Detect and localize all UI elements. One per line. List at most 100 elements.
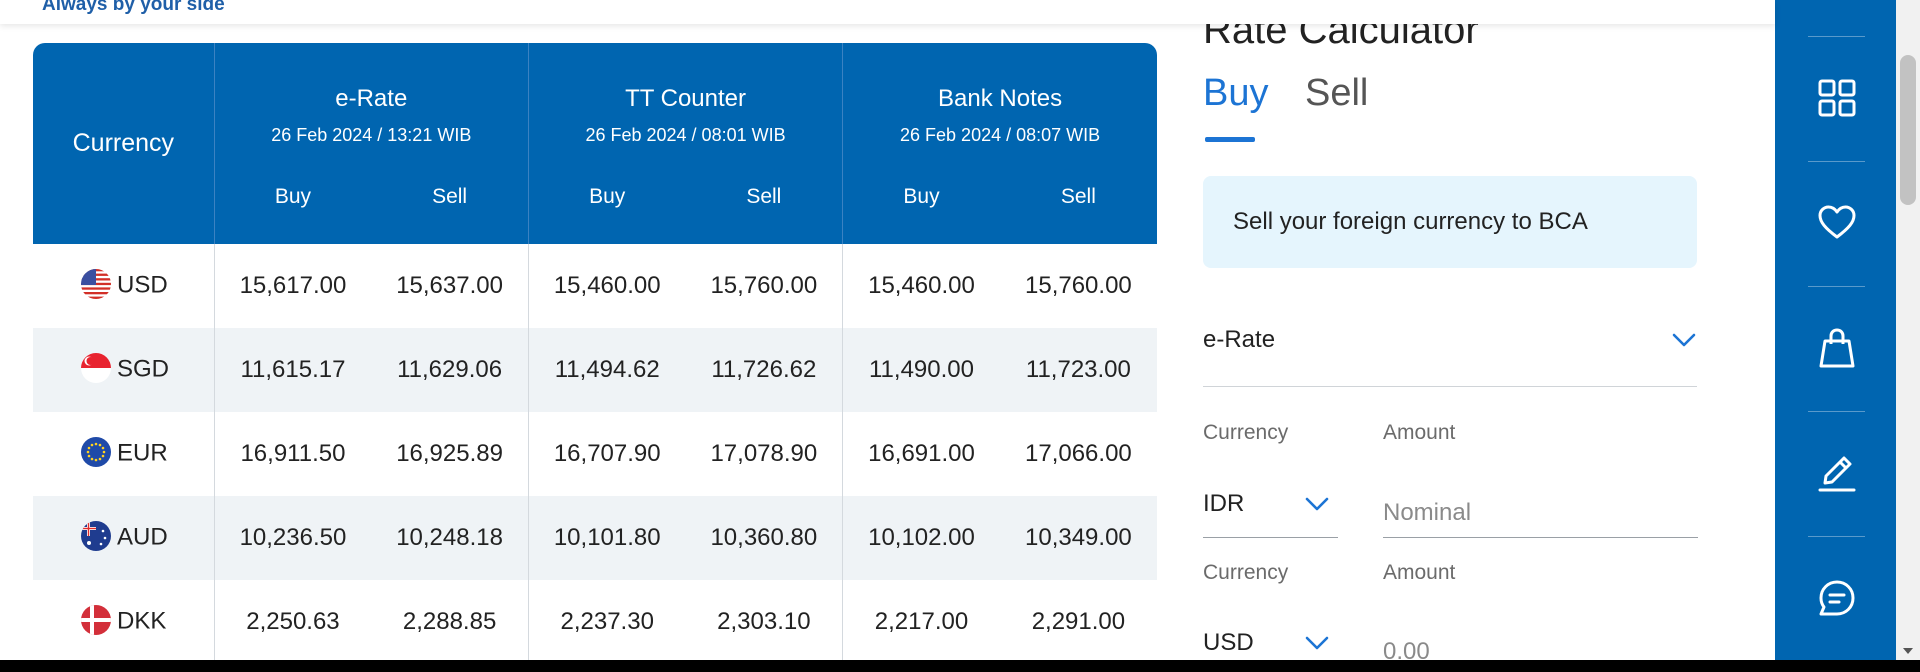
tt-counter-date: 26 Feb 2024 / 08:01 WIB (585, 124, 786, 145)
sidebar-item-chat[interactable] (1808, 570, 1865, 630)
tt-counter-sell-value: 10,360.80 (685, 496, 843, 580)
tab-buy[interactable]: Buy (1203, 72, 1268, 115)
to-currency-value: USD (1203, 629, 1254, 656)
from-amount-label: Amount (1383, 421, 1456, 444)
erate-sell-value: 16,925.89 (396, 440, 503, 467)
au-flag-icon (81, 521, 111, 551)
currency-cell: AUD (33, 496, 215, 580)
chat-icon (1817, 578, 1857, 623)
table-row: EUR 16,911.50 16,925.89 16,707.90 17,078… (33, 412, 1157, 496)
tt-counter-buy-value: 11,494.62 (527, 328, 686, 412)
erate-buy-value: 11,615.17 (213, 328, 372, 412)
from-currency-label: Currency (1203, 421, 1289, 444)
sidebar-item-shop[interactable] (1808, 320, 1865, 380)
tt-counter-sell-value: 17,078.90 (710, 440, 818, 467)
erate-title: e-Rate (335, 84, 408, 112)
tt-counter-buy-value: 15,460.00 (527, 244, 686, 328)
to-amount-label: Amount (1383, 561, 1456, 584)
bank-notes-sell-value: 15,760.00 (1025, 272, 1132, 299)
sidebar-divider (1808, 161, 1865, 162)
tt-counter-sell-value: 2,303.10 (717, 608, 811, 635)
erate-sell-value: 15,637.00 (396, 272, 503, 299)
sidebar-item-edit[interactable] (1808, 445, 1865, 505)
bank-notes-date: 26 Feb 2024 / 08:07 WIB (900, 124, 1101, 145)
scroll-down-arrow-icon[interactable] (1903, 648, 1913, 654)
bank-notes-buy-header: Buy (842, 177, 1000, 244)
currency-code: SGD (117, 355, 170, 383)
tt-counter-buy-value: 16,707.90 (527, 412, 686, 496)
chevron-down-icon (1671, 332, 1697, 348)
currency-cell: USD (33, 244, 214, 328)
erate-buy-value: 16,911.50 (213, 412, 372, 496)
sidebar-divider (1808, 411, 1865, 412)
sidebar-divider (1808, 36, 1865, 37)
erate-buy-value: 15,617.00 (213, 244, 372, 328)
bank-notes-title: Bank Notes (938, 84, 1063, 112)
sidebar-divider (1808, 536, 1865, 537)
table-row: AUD 10,236.50 10,248.18 10,101.80 10,360… (33, 496, 1157, 580)
erate-sell-value: 10,248.18 (371, 496, 529, 580)
bank-notes-sell-value: 11,723.00 (999, 328, 1157, 412)
top-header: Always by your side (0, 0, 1775, 24)
from-currency-select[interactable]: IDR (1203, 488, 1338, 538)
rate-type-select[interactable]: e-Rate (1203, 312, 1697, 387)
tt-counter-sell-header: Sell (685, 177, 843, 244)
erate-buy-value: 10,236.50 (213, 496, 372, 580)
sidebar-divider (1808, 286, 1865, 287)
tab-sell[interactable]: Sell (1305, 72, 1368, 115)
chevron-down-icon (1304, 496, 1330, 512)
bank-notes-sell-header: Sell (999, 177, 1157, 244)
currency-code: DKK (117, 607, 167, 635)
table-row: DKK 2,250.63 2,288.85 2,237.30 2,303.10 … (33, 580, 1157, 664)
erate-sell-value: 11,629.06 (371, 328, 529, 412)
info-box: Sell your foreign currency to BCA (1203, 176, 1697, 268)
tt-counter-sell-value: 15,760.00 (710, 272, 818, 299)
sidebar-item-grid[interactable] (1808, 70, 1865, 130)
vertical-scrollbar[interactable] (1896, 0, 1920, 672)
chevron-down-icon (1304, 635, 1330, 651)
rate-type-value: e-Rate (1203, 326, 1276, 353)
tt-counter-buy-value: 10,101.80 (527, 496, 686, 580)
rate-calculator: Rate Calculator Buy Sell Sell your forei… (1203, 0, 1698, 672)
erate-buy-value: 2,250.63 (213, 580, 372, 664)
table-row: SGD 11,615.17 11,629.06 11,494.62 11,726… (33, 328, 1157, 412)
currency-code: USD (117, 271, 168, 299)
info-text: Sell your foreign currency to BCA (1233, 208, 1588, 235)
erate-buy-header: Buy (213, 177, 372, 244)
table-row: USD 15,617.00 15,637.00 15,460.00 15,760… (33, 244, 1157, 328)
edit-pencil-icon (1817, 453, 1857, 498)
right-sidebar (1775, 0, 1896, 672)
bank-notes-header: Bank Notes 26 Feb 2024 / 08:07 WIB (842, 43, 1157, 177)
bank-notes-buy-value: 10,102.00 (842, 496, 1000, 580)
us-flag-icon (81, 269, 111, 299)
currency-cell: DKK (33, 580, 214, 664)
shopping-bag-icon (1817, 327, 1857, 374)
tt-counter-title: TT Counter (625, 84, 746, 112)
from-amount-input[interactable] (1383, 488, 1698, 538)
erate-date: 26 Feb 2024 / 13:21 WIB (271, 124, 472, 145)
active-tab-indicator (1205, 137, 1255, 142)
erate-header: e-Rate 26 Feb 2024 / 13:21 WIB (213, 43, 529, 177)
dk-flag-icon (81, 605, 111, 635)
currency-cell: SGD (33, 328, 215, 412)
currency-code: EUR (117, 439, 168, 467)
tt-counter-sell-value: 11,726.62 (685, 328, 843, 412)
sg-flag-icon (81, 353, 111, 383)
bank-notes-buy-value: 11,490.00 (842, 328, 1000, 412)
erate-sell-header: Sell (371, 177, 529, 244)
tagline: Always by your side (42, 0, 225, 15)
currency-cell: EUR (33, 412, 214, 496)
grid-icon (1817, 78, 1857, 123)
from-currency-value: IDR (1203, 490, 1245, 517)
scrollbar-thumb[interactable] (1900, 55, 1916, 205)
to-currency-label: Currency (1203, 561, 1289, 584)
bottom-edge (0, 660, 1920, 672)
bank-notes-buy-value: 2,217.00 (842, 580, 1000, 664)
sidebar-item-favorites[interactable] (1808, 195, 1865, 255)
bank-notes-sell-value: 17,066.00 (1025, 440, 1132, 467)
tt-counter-buy-header: Buy (527, 177, 686, 244)
currency-column-header: Currency (33, 43, 215, 244)
bank-notes-buy-value: 15,460.00 (842, 244, 1000, 328)
tt-counter-buy-value: 2,237.30 (527, 580, 686, 664)
bank-notes-buy-value: 16,691.00 (842, 412, 1000, 496)
